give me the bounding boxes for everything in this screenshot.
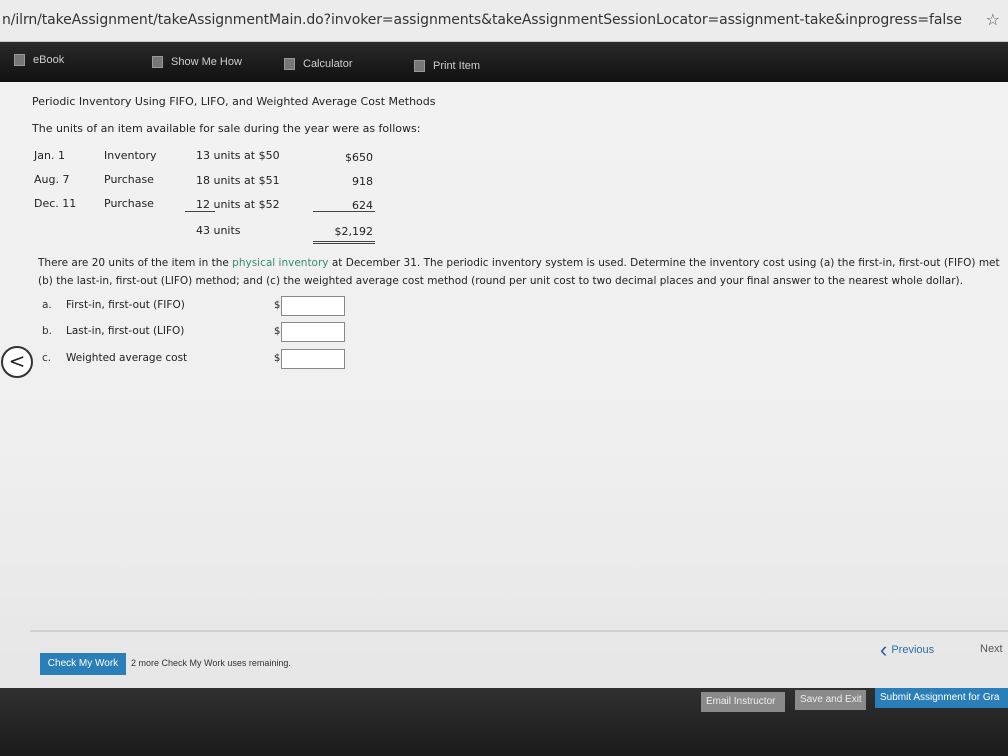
video-icon [152, 56, 163, 68]
ebook-button[interactable]: eBook [14, 54, 64, 66]
row-cost: 918 [352, 175, 373, 188]
question-text-part: (b) the last-in, first-out (LIFO) method… [38, 275, 963, 287]
save-and-exit-button[interactable]: Save and Exit [795, 690, 866, 710]
previous-arrow-icon[interactable]: < [1, 346, 33, 378]
problem-intro: The units of an item available for sale … [32, 122, 421, 135]
browser-address-bar[interactable]: n/ilrn/takeAssignment/takeAssignmentMain… [0, 0, 1008, 42]
row-cost: $650 [345, 151, 373, 164]
url-text[interactable]: n/ilrn/takeAssignment/takeAssignmentMain… [2, 12, 962, 28]
row-date: Aug. 7 [34, 173, 70, 186]
question-text-part: There are 20 units of the item in the [38, 257, 233, 269]
email-instructor-button[interactable]: Email Instructor [701, 692, 785, 712]
physical-inventory-link[interactable]: physical inventory [232, 257, 328, 269]
answer-label-weighted-average: Weighted average cost [66, 352, 188, 364]
row-units: 13 units at $50 [196, 149, 280, 162]
dollar-sign: $ [274, 353, 281, 364]
calculator-label: Calculator [303, 58, 353, 70]
total-cost: $2,192 [334, 225, 374, 238]
row-units: 12 units at $52 [196, 198, 280, 211]
answer-letter: a. [42, 299, 52, 311]
previous-label: Previous [891, 644, 935, 656]
dollar-sign: $ [274, 300, 281, 311]
check-remaining-text: 2 more Check My Work uses remaining. [131, 658, 291, 668]
footer-bar: Email Instructor Save and Exit Submit As… [0, 688, 1008, 756]
answer-label-lifo: Last-in, first-out (LIFO) [66, 325, 185, 337]
ebook-label: eBook [33, 54, 65, 66]
submit-assignment-button[interactable]: Submit Assignment for Gra [875, 688, 1008, 708]
cost-subtotal-line [313, 211, 375, 212]
problem-content: Periodic Inventory Using FIFO, LIFO, and… [0, 82, 1008, 688]
question-text: There are 20 units of the item in the ph… [38, 254, 1000, 290]
print-item-label: Print Item [433, 60, 481, 72]
row-type: Inventory [104, 149, 157, 162]
dollar-sign: $ [274, 326, 281, 337]
row-type: Purchase [104, 197, 154, 210]
row-units: 18 units at $51 [196, 174, 280, 187]
check-my-work-button[interactable]: Check My Work [40, 653, 126, 675]
previous-button[interactable]: ‹ Previous [880, 637, 935, 662]
calculator-icon [284, 58, 295, 70]
show-me-how-button[interactable]: Show Me How [152, 56, 242, 68]
row-date: Jan. 1 [34, 149, 65, 162]
answer-label-fifo: First-in, first-out (FIFO) [66, 299, 185, 311]
print-icon [414, 60, 425, 72]
weighted-average-answer-input[interactable] [281, 349, 345, 369]
total-units: 43 units [196, 224, 241, 237]
row-type: Purchase [104, 173, 154, 186]
print-item-button[interactable]: Print Item [414, 60, 480, 72]
star-icon[interactable]: ☆ [986, 10, 1000, 29]
assignment-toolbar: eBook Show Me How Calculator Print Item [0, 42, 1008, 82]
show-me-how-label: Show Me How [171, 56, 242, 68]
units-subtotal-line [185, 211, 215, 212]
calculator-button[interactable]: Calculator [284, 58, 353, 70]
row-date: Dec. 11 [34, 197, 77, 210]
chevron-left-icon: ‹ [880, 637, 888, 662]
book-icon [14, 54, 25, 66]
total-double-underline [313, 241, 375, 244]
next-button[interactable]: Next [980, 643, 1003, 655]
answer-letter: b. [42, 325, 53, 337]
lifo-answer-input[interactable] [281, 322, 345, 342]
question-text-part: at December 31. The periodic inventory s… [328, 257, 1000, 269]
problem-title: Periodic Inventory Using FIFO, LIFO, and… [32, 95, 436, 108]
answer-letter: c. [42, 352, 52, 364]
fifo-answer-input[interactable] [281, 296, 345, 316]
content-divider [30, 630, 1008, 632]
